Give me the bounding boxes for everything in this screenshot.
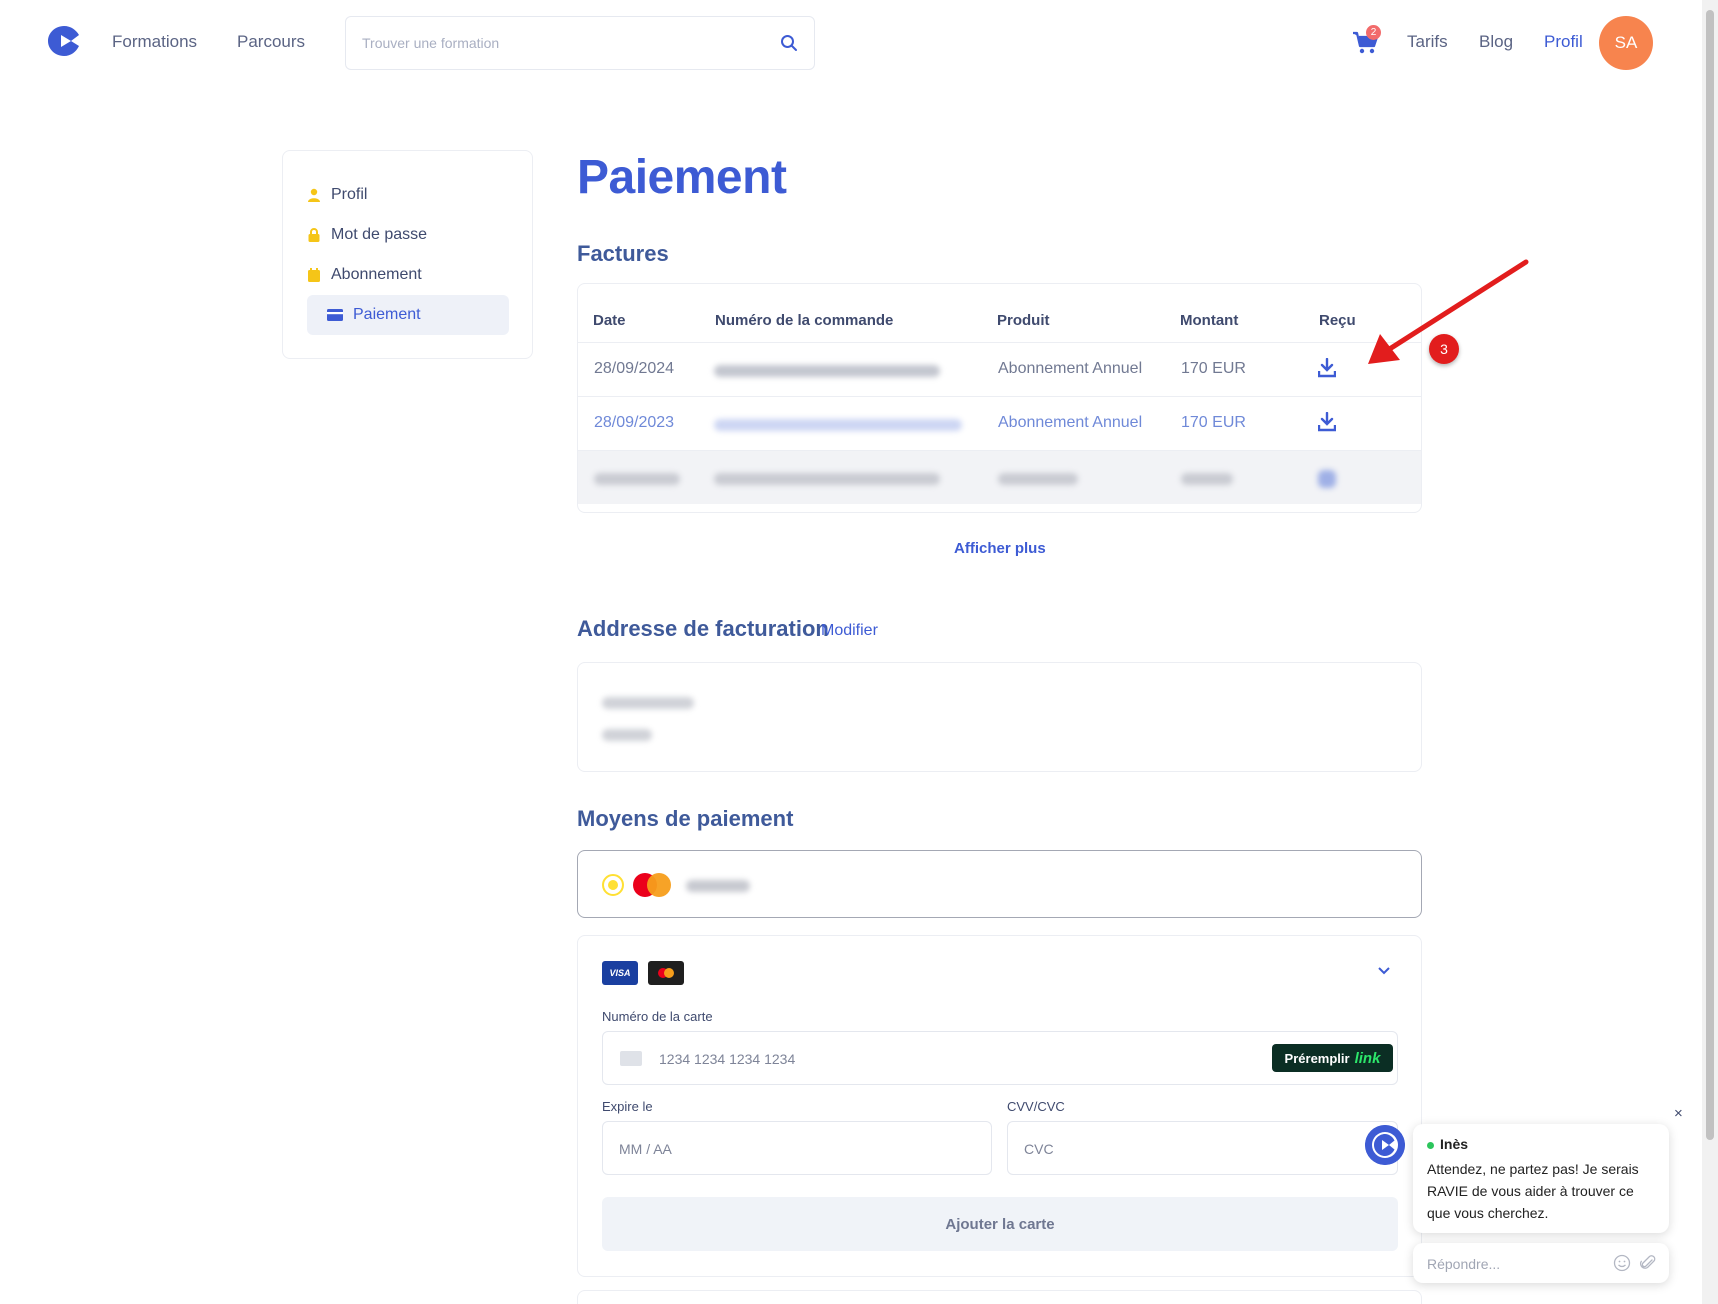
billing-address-card	[577, 662, 1422, 772]
page-title: Paiement	[577, 151, 787, 204]
modify-address-link[interactable]: Modifier	[821, 622, 878, 640]
redacted-cell	[1181, 473, 1233, 485]
column-header-amount: Montant	[1180, 312, 1239, 329]
cart-count-badge: 2	[1366, 25, 1381, 40]
nav-blog[interactable]: Blog	[1479, 32, 1513, 52]
redacted-cell	[998, 473, 1078, 485]
cvc-field	[1007, 1121, 1398, 1175]
lock-icon	[308, 228, 320, 242]
scrollbar-thumb[interactable]	[1706, 10, 1714, 1140]
redacted-cell	[714, 473, 940, 485]
sidebar-item-mot-de-passe[interactable]: Mot de passe	[307, 215, 509, 255]
sidebar-item-label: Paiement	[353, 306, 421, 323]
search-icon[interactable]	[780, 34, 798, 52]
user-icon	[308, 188, 320, 202]
invoice-product: Abonnement Annuel	[998, 414, 1143, 431]
invoice-product: Abonnement Annuel	[998, 360, 1143, 377]
column-header-product: Produit	[997, 312, 1050, 329]
saved-card[interactable]	[577, 850, 1422, 918]
search-input[interactable]	[362, 31, 762, 55]
redacted-name	[602, 697, 694, 709]
link-prefill-button[interactable]: Préremplir link	[1272, 1044, 1393, 1072]
invoice-amount: 170 EUR	[1181, 414, 1246, 431]
annotation-marker: 3	[1429, 334, 1459, 364]
redacted-order-number	[714, 419, 962, 431]
table-row: 28/09/2023 Abonnement Annuel 170 EUR	[578, 396, 1421, 450]
sidebar-item-profil[interactable]: Profil	[307, 175, 509, 215]
nav-parcours[interactable]: Parcours	[237, 32, 305, 52]
sidebar-item-label: Profil	[331, 186, 368, 203]
cvc-input[interactable]	[1024, 1138, 1324, 1160]
column-header-order-number: Numéro de la commande	[715, 312, 894, 329]
agent-name-text: Inès	[1440, 1136, 1469, 1152]
chat-agent-name: Inès	[1427, 1136, 1468, 1152]
redacted-card-digits	[686, 880, 750, 892]
expiry-label: Expire le	[602, 1099, 653, 1114]
prefill-label: Préremplir	[1284, 1050, 1350, 1066]
chat-reply-box	[1413, 1243, 1669, 1283]
column-header-date: Date	[593, 312, 626, 329]
visa-icon: VISA	[602, 961, 638, 985]
chat-reply-input[interactable]	[1427, 1253, 1597, 1275]
card-number-input[interactable]	[659, 1048, 1219, 1070]
redacted-cell	[594, 473, 680, 485]
cvc-label: CVV/CVC	[1007, 1099, 1065, 1114]
payment-methods-heading: Moyens de paiement	[577, 806, 794, 831]
page-scrollbar[interactable]	[1702, 0, 1718, 1304]
mastercard-icon	[648, 961, 684, 985]
sidebar-item-paiement[interactable]: Paiement	[307, 295, 509, 335]
redacted-order-number	[714, 365, 940, 377]
billing-address-heading: Addresse de facturation	[577, 616, 829, 641]
credit-card-icon	[327, 309, 343, 321]
download-icon[interactable]	[1318, 412, 1336, 432]
invoice-date: 28/09/2023	[594, 414, 675, 431]
invoice-date: 28/09/2024	[594, 360, 675, 377]
chevron-down-icon[interactable]	[1377, 966, 1391, 976]
nav-profil[interactable]: Profil	[1544, 32, 1583, 52]
link-logo: link	[1354, 1049, 1381, 1067]
calendar-icon	[308, 268, 320, 282]
nav-formations[interactable]: Formations	[112, 32, 197, 52]
add-card-button[interactable]: Ajouter la carte	[602, 1197, 1398, 1251]
download-icon[interactable]	[1318, 358, 1336, 378]
sidebar-item-label: Abonnement	[331, 266, 422, 283]
card-number-field: Préremplir link	[602, 1031, 1398, 1085]
settings-sidebar: Profil Mot de passe Abonnement Paiement	[282, 150, 533, 359]
card-number-label: Numéro de la carte	[602, 1009, 713, 1024]
table-row	[578, 450, 1421, 504]
search-bar	[345, 16, 815, 70]
attachment-icon[interactable]	[1639, 1254, 1657, 1272]
nav-tarifs[interactable]: Tarifs	[1407, 32, 1448, 52]
avatar[interactable]: SA	[1599, 16, 1653, 70]
expiry-field	[602, 1121, 992, 1175]
mastercard-icon	[633, 873, 671, 897]
add-card-form: VISA Numéro de la carte Préremplir link …	[577, 935, 1422, 1277]
invoices-heading: Factures	[577, 241, 669, 266]
sidebar-item-abonnement[interactable]: Abonnement	[307, 255, 509, 295]
page: Formations Parcours 2 Tarifs Blog Profil…	[0, 0, 1718, 1304]
chat-message-text: Attendez, ne partez pas! Je serais RAVIE…	[1427, 1161, 1639, 1221]
saved-card-radio[interactable]	[602, 874, 624, 896]
show-more-button[interactable]: Afficher plus	[954, 540, 1046, 557]
redacted-country	[602, 729, 652, 741]
next-card-section	[577, 1290, 1422, 1304]
sidebar-item-label: Mot de passe	[331, 226, 428, 243]
chat-message-bubble[interactable]: Inès Attendez, ne partez pas! Je serais …	[1413, 1124, 1669, 1233]
logo-icon[interactable]	[47, 25, 81, 57]
invoice-amount: 170 EUR	[1181, 360, 1246, 377]
invoices-table: Date Numéro de la commande Produit Monta…	[577, 283, 1422, 513]
column-header-receipt: Reçu	[1319, 312, 1356, 329]
emoji-icon[interactable]	[1613, 1254, 1631, 1272]
card-icon	[620, 1051, 642, 1066]
chat-launcher-icon[interactable]	[1365, 1125, 1405, 1165]
chat-close-button[interactable]: ×	[1674, 1105, 1683, 1122]
online-status-icon	[1427, 1141, 1434, 1149]
expiry-input[interactable]	[619, 1138, 969, 1160]
download-icon[interactable]	[1318, 470, 1336, 488]
table-row: 28/09/2024 Abonnement Annuel 170 EUR	[578, 342, 1421, 396]
